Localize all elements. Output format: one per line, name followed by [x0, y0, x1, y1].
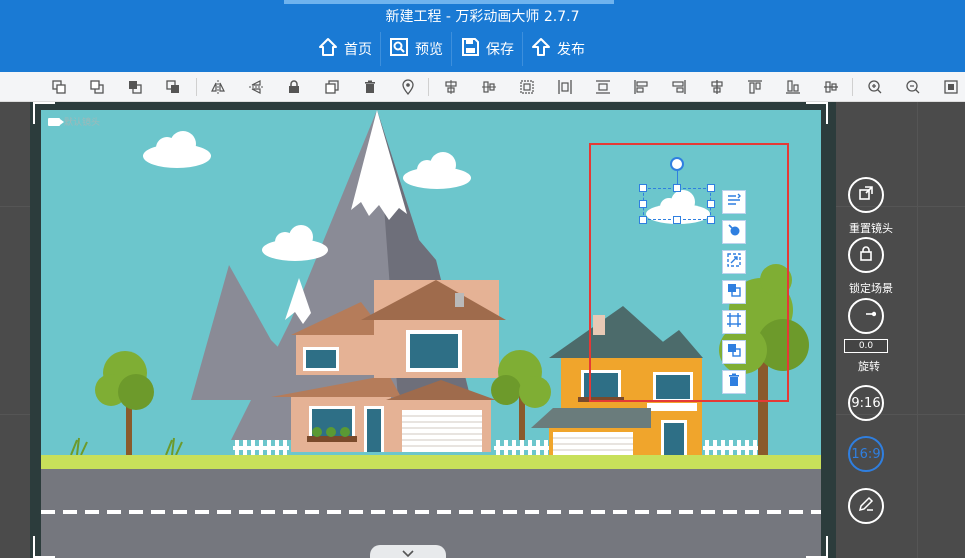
window-title: 新建工程 - 万彩动画大师 2.7.7 [385, 9, 580, 25]
resize-handle[interactable] [707, 184, 715, 192]
rotate-value-input[interactable]: 0.0 [844, 339, 888, 353]
rotate-label: 旋转 [858, 360, 880, 373]
bring-to-front-icon[interactable] [127, 79, 143, 95]
camera-label: 默认镜头 [48, 115, 100, 128]
ratio-16-9-button[interactable]: 16:9 [848, 436, 884, 472]
ratio-9-16-button[interactable]: 9:16 [848, 385, 884, 421]
home-label: 首页 [344, 42, 372, 58]
send-backward-icon[interactable] [89, 79, 105, 95]
fit-screen-icon[interactable] [943, 79, 959, 95]
chevron-down-icon [400, 545, 416, 558]
camera-name: 默认镜头 [64, 118, 101, 128]
resize-handle[interactable] [639, 184, 647, 192]
edit-button[interactable] [848, 488, 884, 524]
camera-corner [806, 536, 828, 558]
align-center-icon[interactable] [823, 79, 839, 95]
zoom-in-icon[interactable] [867, 79, 883, 95]
distribute-icon[interactable] [519, 79, 535, 95]
resize-handle[interactable] [639, 200, 647, 208]
grass-strip [41, 455, 821, 469]
resize-handle[interactable] [639, 216, 647, 224]
align-right-icon[interactable] [671, 79, 687, 95]
lock-scene-label: 锁定场景 [849, 282, 893, 295]
effect-button[interactable] [722, 220, 746, 244]
title-accent [284, 0, 614, 4]
toolbar-separator [428, 78, 429, 96]
camera-icon [48, 117, 64, 126]
lock-icon [857, 244, 875, 266]
layer-button[interactable] [722, 340, 746, 364]
ratio-16-9-label: 16:9 [851, 446, 881, 462]
edit-icon [857, 495, 875, 517]
camera-corner [33, 536, 55, 558]
grid-line [917, 102, 918, 558]
send-to-back-icon[interactable] [165, 79, 181, 95]
location-icon[interactable] [400, 79, 416, 96]
zoom-out-icon[interactable] [905, 79, 921, 95]
reset-camera-icon [857, 184, 875, 206]
preview-label: 预览 [415, 42, 443, 58]
rotate-dial-icon [856, 304, 877, 328]
save-icon [460, 37, 480, 61]
align-middle-icon[interactable] [709, 79, 725, 95]
home-button[interactable]: 首页 [310, 32, 381, 66]
resize-handle[interactable] [673, 184, 681, 192]
align-top-icon[interactable] [747, 79, 763, 95]
replace-icon [726, 252, 742, 272]
duplicate-button[interactable] [722, 280, 746, 304]
bring-forward-icon[interactable] [51, 79, 67, 95]
animation-settings-button[interactable] [722, 190, 746, 214]
magic-icon [726, 222, 742, 242]
save-button[interactable]: 保存 [452, 32, 523, 66]
selection-highlight [589, 143, 789, 402]
reset-camera-button[interactable] [848, 177, 884, 213]
delete-icon[interactable] [362, 79, 378, 95]
space-vertical-icon[interactable] [595, 79, 611, 95]
preview-button[interactable]: 预览 [381, 32, 452, 66]
resize-handle[interactable] [673, 216, 681, 224]
reset-camera-label: 重置镜头 [849, 222, 893, 235]
crop-icon [726, 312, 742, 332]
flip-vertical-icon[interactable] [248, 79, 264, 95]
app-window: 新建工程 - 万彩动画大师 2.7.7 首页 预览 保存 发布 默认镜头 重置镜… [0, 0, 965, 558]
preview-icon [389, 37, 409, 61]
lock-scene-button[interactable] [848, 237, 884, 273]
space-horizontal-icon[interactable] [557, 79, 573, 95]
title-bar: 新建工程 - 万彩动画大师 2.7.7 首页 预览 保存 发布 [0, 0, 965, 72]
toolbar-separator [852, 78, 853, 96]
align-center-h-icon[interactable] [481, 79, 497, 95]
flip-horizontal-icon[interactable] [210, 79, 226, 95]
crop-button[interactable] [722, 310, 746, 334]
delete-object-button[interactable] [722, 370, 746, 394]
copy-icon[interactable] [324, 79, 340, 95]
main-menu: 首页 预览 保存 发布 [310, 32, 593, 66]
animation-icon [726, 192, 742, 212]
align-left-icon[interactable] [633, 79, 649, 95]
ratio-9-16-label: 9:16 [851, 395, 881, 411]
publish-icon [531, 37, 551, 61]
resize-handle[interactable] [707, 200, 715, 208]
publish-button[interactable]: 发布 [523, 32, 593, 66]
trash-icon [726, 372, 742, 392]
toolbar [0, 72, 965, 102]
home-icon [318, 37, 338, 61]
duplicate-icon [726, 282, 742, 302]
publish-label: 发布 [557, 42, 585, 58]
rotate-handle[interactable] [670, 157, 684, 171]
lock-icon[interactable] [286, 79, 302, 95]
camera-corner [806, 102, 828, 124]
layer-icon [726, 342, 742, 362]
toolbar-separator [196, 78, 197, 96]
align-center-v-icon[interactable] [443, 79, 459, 95]
resize-handle[interactable] [707, 216, 715, 224]
timeline-toggle[interactable] [370, 545, 446, 558]
save-label: 保存 [486, 42, 514, 58]
rotate-dial[interactable] [848, 298, 884, 334]
align-bottom-icon[interactable] [785, 79, 801, 95]
replace-button[interactable] [722, 250, 746, 274]
